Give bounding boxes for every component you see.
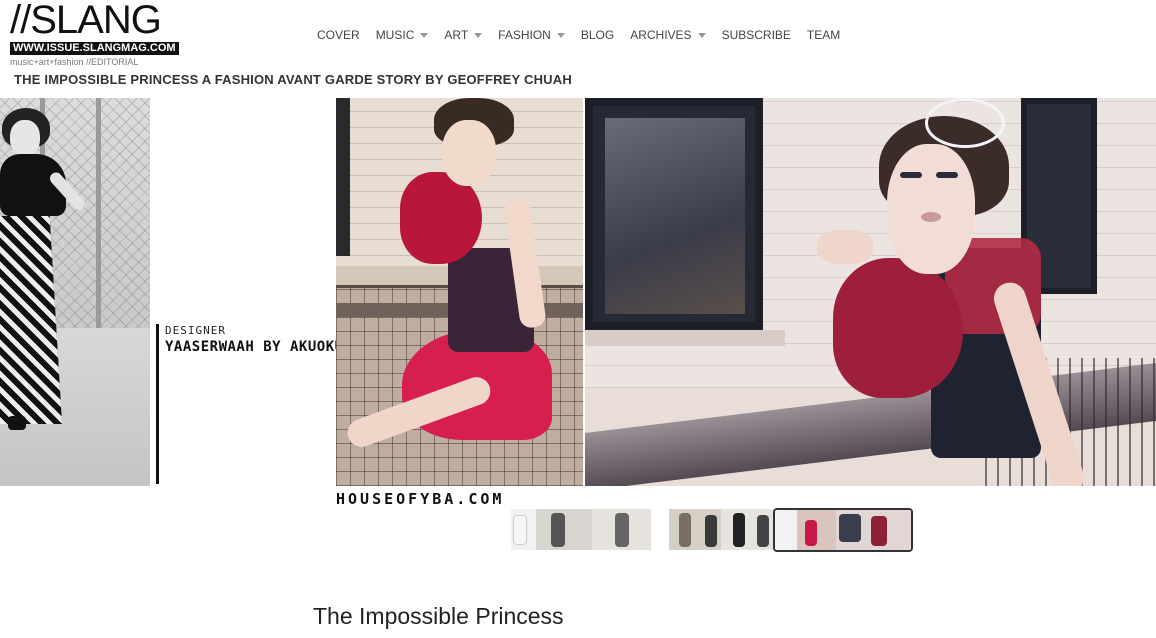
thumbnail-figure <box>679 513 691 547</box>
designer-credit: DESIGNER YAASERWAAH BY AKUOKU <box>156 324 344 484</box>
nav-item-label: SUBSCRIBE <box>721 28 791 42</box>
nav-item-fashion[interactable]: FASHION <box>498 28 565 42</box>
model-eye <box>900 172 922 178</box>
thumbnail-figure <box>839 514 861 542</box>
window-glass <box>605 118 745 314</box>
thumbnail-figure <box>805 520 817 546</box>
caret-down-icon <box>420 32 429 38</box>
nav-item-label: ART <box>444 28 469 42</box>
thumbnail-figure <box>551 513 565 547</box>
photo-credit: HOUSEOFYBA.COM <box>336 490 505 508</box>
nav-item-cover[interactable]: COVER <box>317 28 360 42</box>
fence-post <box>96 98 101 338</box>
nav-item-art[interactable]: ART <box>444 28 483 42</box>
red-dress-photo <box>336 98 583 486</box>
logo-tagline: music+art+fashion //EDITORIAL <box>10 57 139 67</box>
model-lips <box>921 212 941 222</box>
thumbnail-3-active[interactable] <box>773 508 913 552</box>
nav-item-label: MUSIC <box>375 28 415 42</box>
article-title: THE IMPOSSIBLE PRINCESS A FASHION AVANT … <box>14 72 572 87</box>
nav-item-team[interactable]: TEAM <box>807 28 840 42</box>
thumbnail-image <box>511 509 651 550</box>
thumbnail-figure <box>615 513 629 547</box>
window-sill <box>585 330 785 346</box>
caret-down-icon <box>556 32 565 38</box>
thumbnail-2[interactable] <box>669 509 773 550</box>
model-hand <box>817 230 873 264</box>
portrait-photo <box>585 98 1156 486</box>
model-shoe <box>8 416 26 430</box>
logo-title: //SLANG <box>10 0 162 42</box>
nav-item-label: BLOG <box>580 28 615 42</box>
bw-model-photo <box>0 98 150 486</box>
main-nav: COVER MUSIC ART FASHION BLOG ARCHIVES SU… <box>317 28 856 42</box>
thumbnail-figure <box>871 516 887 546</box>
editorial-slide[interactable]: DESIGNER YAASERWAAH BY AKUOKU <box>0 98 1156 486</box>
thumbnail-figure <box>513 515 527 545</box>
window-frame <box>336 98 350 256</box>
nav-item-blog[interactable]: BLOG <box>581 28 614 42</box>
caret-down-icon <box>697 32 706 38</box>
nav-item-label: TEAM <box>806 28 841 42</box>
nav-item-music[interactable]: MUSIC <box>376 28 429 42</box>
designer-label: DESIGNER <box>165 324 226 337</box>
designer-name: YAASERWAAH BY AKUOKU <box>165 339 344 355</box>
nav-item-archives[interactable]: ARCHIVES <box>630 28 706 42</box>
model-face <box>10 120 40 156</box>
site-logo[interactable]: //SLANG WWW.ISSUE.SLANGMAG.COM music+art… <box>10 0 180 68</box>
model-ruffle <box>833 258 963 398</box>
model-eye <box>936 172 958 178</box>
thumbnail-figure <box>757 515 769 547</box>
nav-item-subscribe[interactable]: SUBSCRIBE <box>722 28 791 42</box>
thumbnail-figure <box>705 515 717 547</box>
post-heading: The Impossible Princess <box>313 603 564 629</box>
thumbnail-1[interactable] <box>511 509 651 550</box>
nav-item-label: COVER <box>317 28 360 42</box>
model-headpiece <box>925 98 1005 148</box>
model-face <box>887 144 975 274</box>
thumbnail-figure <box>733 513 745 547</box>
logo-url: WWW.ISSUE.SLANGMAG.COM <box>10 42 179 55</box>
nav-item-label: ARCHIVES <box>630 28 692 42</box>
nav-item-label: FASHION <box>498 28 551 42</box>
model-face <box>442 120 496 186</box>
caret-down-icon <box>474 32 483 38</box>
window-frame <box>585 98 763 330</box>
